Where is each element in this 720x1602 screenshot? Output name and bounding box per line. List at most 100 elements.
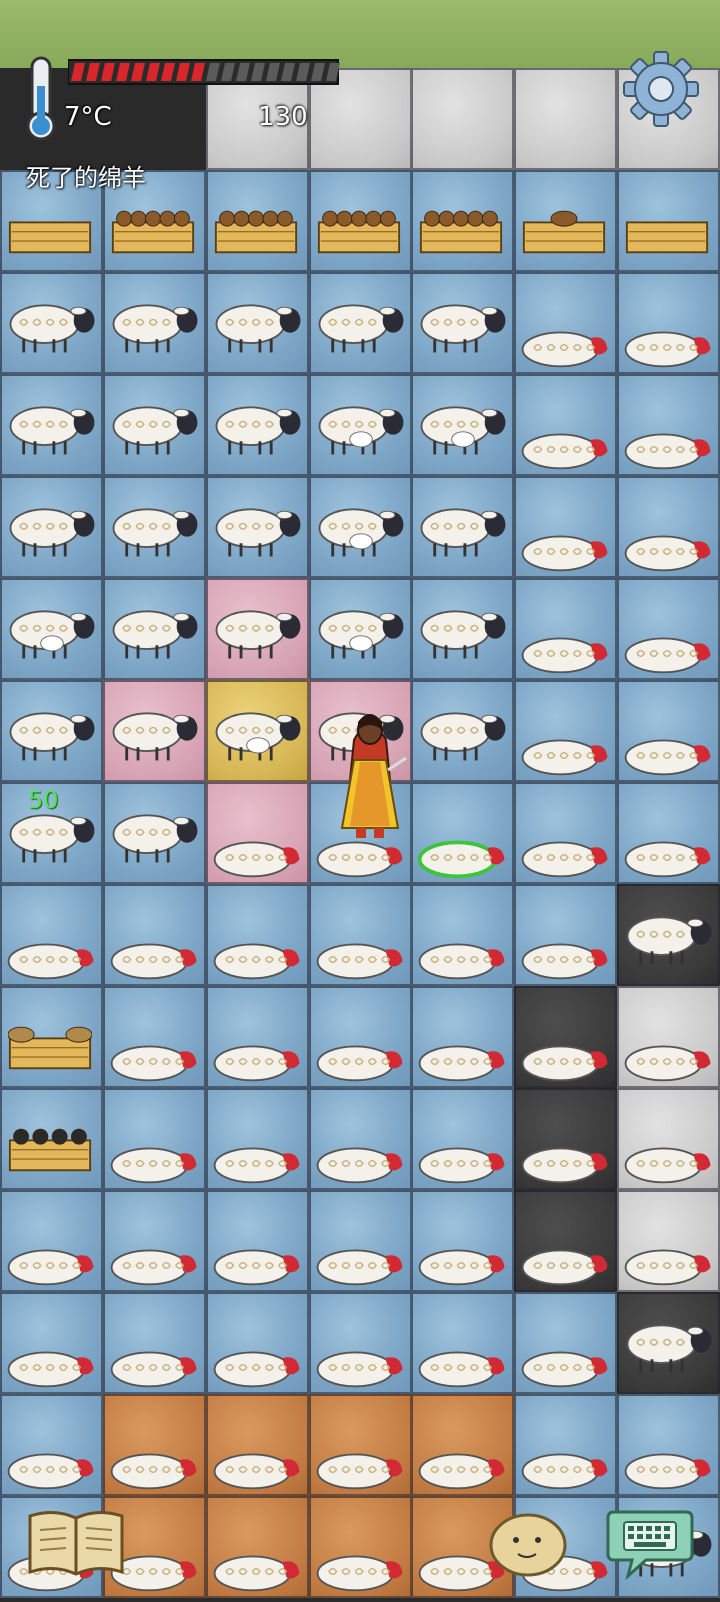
sheep[interactable] [107,498,203,564]
dead-sheep[interactable] [415,1122,511,1188]
sheep[interactable] [107,804,203,870]
wooden-box[interactable] [625,200,709,256]
box-of-charcoal[interactable] [8,1118,92,1174]
box-of-bread[interactable] [111,200,195,256]
dead-sheep[interactable] [621,408,717,474]
sheep[interactable] [4,702,100,768]
player-character[interactable] [330,700,410,850]
dead-sheep[interactable] [415,1428,511,1494]
dead-sheep[interactable] [4,1224,100,1290]
dead-sheep[interactable] [621,1020,717,1086]
dead-sheep[interactable] [621,306,717,372]
dead-sheep[interactable] [210,816,306,882]
dead-sheep[interactable] [107,1224,203,1290]
dead-sheep[interactable] [415,1224,511,1290]
dead-sheep[interactable] [210,918,306,984]
dead-sheep[interactable] [415,918,511,984]
sheep[interactable] [4,294,100,360]
dead-sheep[interactable] [621,816,717,882]
dead-sheep[interactable] [518,1122,614,1188]
sheep[interactable] [107,294,203,360]
sheep[interactable] [415,702,511,768]
sheep[interactable] [621,1314,717,1380]
dead-sheep[interactable] [518,1224,614,1290]
sheep[interactable] [210,294,306,360]
box-of-wool[interactable] [8,1016,92,1072]
dead-sheep[interactable] [621,1428,717,1494]
sheep[interactable] [4,396,100,462]
sheep-with-lamb[interactable] [4,600,100,666]
dead-sheep[interactable] [313,1530,409,1596]
dead-sheep[interactable] [518,510,614,576]
dead-sheep[interactable] [107,1428,203,1494]
dead-sheep[interactable] [210,1530,306,1596]
sheep-with-lamb[interactable] [210,702,306,768]
dead-sheep[interactable] [621,1224,717,1290]
dead-sheep[interactable] [4,1428,100,1494]
dead-sheep[interactable] [621,1122,717,1188]
dead-sheep[interactable] [4,918,100,984]
dead-sheep[interactable] [313,1020,409,1086]
dead-sheep[interactable] [210,1224,306,1290]
dead-sheep[interactable] [415,1020,511,1086]
dead-sheep[interactable] [518,1326,614,1392]
dead-sheep-selected[interactable] [415,816,511,882]
dead-sheep[interactable] [210,1326,306,1392]
dead-sheep[interactable] [518,714,614,780]
sheep[interactable] [415,498,511,564]
dead-sheep[interactable] [313,1122,409,1188]
box-with-bread[interactable] [522,200,606,256]
dead-sheep[interactable] [313,1326,409,1392]
sheep[interactable] [415,294,511,360]
potato-face-icon[interactable] [488,1512,568,1578]
dead-sheep[interactable] [621,510,717,576]
sheep[interactable] [621,906,717,972]
sheep[interactable] [210,498,306,564]
gear-icon[interactable] [622,50,700,128]
box-of-bread[interactable] [214,200,298,256]
sheep[interactable] [107,702,203,768]
dead-sheep[interactable] [518,1020,614,1086]
wooden-box[interactable] [8,200,92,256]
sheep[interactable] [210,396,306,462]
dead-sheep[interactable] [313,1428,409,1494]
dead-sheep[interactable] [621,612,717,678]
sheep[interactable] [313,294,409,360]
dead-sheep[interactable] [518,612,614,678]
sheep-with-lamb[interactable] [313,396,409,462]
dead-sheep[interactable] [107,1122,203,1188]
sheep[interactable] [107,600,203,666]
floor-tile-grey[interactable] [514,68,617,170]
dead-sheep[interactable] [210,1122,306,1188]
dead-sheep[interactable] [107,1326,203,1392]
dead-sheep[interactable] [210,1020,306,1086]
keyboard-chat-icon[interactable] [606,1508,694,1580]
sheep-with-lamb[interactable] [313,600,409,666]
dead-sheep[interactable] [4,1326,100,1392]
sheep[interactable] [107,396,203,462]
floor-tile-grey[interactable] [411,68,514,170]
box-of-bread[interactable] [317,200,401,256]
dead-sheep[interactable] [415,1326,511,1392]
dead-sheep[interactable] [210,1428,306,1494]
open-book-icon[interactable] [26,1508,126,1578]
sheep[interactable] [415,600,511,666]
dead-sheep[interactable] [518,918,614,984]
dead-sheep[interactable] [313,918,409,984]
thermometer-icon [26,56,56,141]
sheep[interactable] [210,600,306,666]
food-value: 130 [258,102,308,132]
box-of-bread[interactable] [419,200,503,256]
dead-sheep[interactable] [518,408,614,474]
dead-sheep[interactable] [313,1224,409,1290]
dead-sheep[interactable] [621,714,717,780]
sheep-with-lamb[interactable] [415,396,511,462]
sheep[interactable] [4,498,100,564]
dead-sheep[interactable] [107,918,203,984]
food-meter [68,59,340,85]
dead-sheep[interactable] [518,816,614,882]
dead-sheep[interactable] [518,1428,614,1494]
dead-sheep[interactable] [107,1020,203,1086]
dead-sheep[interactable] [518,306,614,372]
sheep-with-lamb[interactable] [313,498,409,564]
